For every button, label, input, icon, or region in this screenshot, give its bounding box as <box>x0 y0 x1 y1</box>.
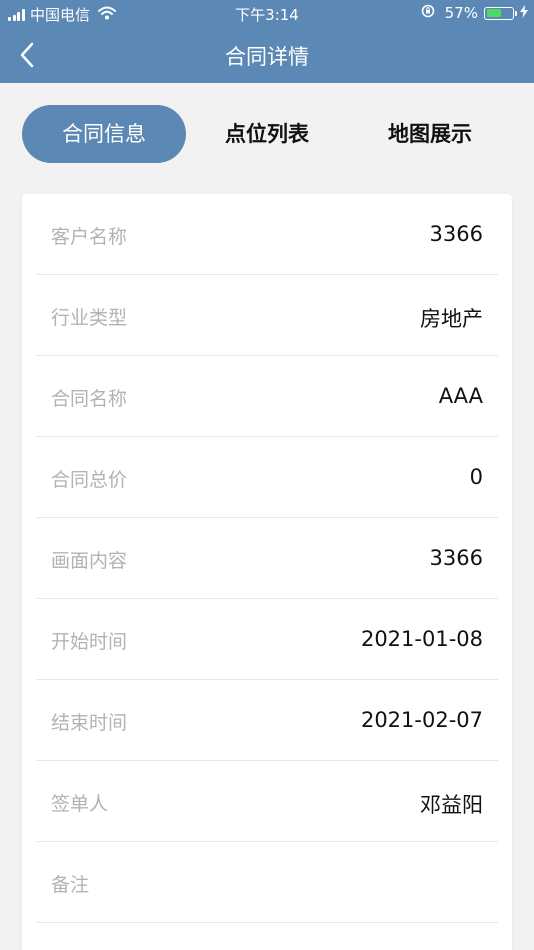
detail-row-content: 画面内容 3366 <box>36 518 498 599</box>
row-value: AAA <box>438 384 483 408</box>
row-value: 2021-02-07 <box>360 708 483 732</box>
row-label: 备注 <box>51 874 90 896</box>
detail-row-start-time: 开始时间 2021-01-08 <box>36 599 498 680</box>
detail-row-contract-total: 合同总价 0 <box>36 437 498 518</box>
battery-percent: 57% <box>444 4 478 22</box>
row-value: 2021-01-08 <box>360 627 483 651</box>
battery-icon <box>484 6 514 20</box>
row-value: 房地产 <box>420 307 483 331</box>
battery-cap <box>515 10 517 16</box>
row-label: 合同总价 <box>51 469 128 491</box>
page-title: 合同详情 <box>225 45 309 69</box>
row-label: 结束时间 <box>51 712 128 734</box>
charging-bolt-icon <box>520 4 528 22</box>
row-value: 3366 <box>429 222 483 246</box>
screen: 中国电信 下午3:14 57% 合同详情 合同信息 点位列表 地图展示 客户名称… <box>0 0 534 950</box>
contract-detail-card: 客户名称 3366 行业类型 房地产 合同名称 AAA 合同总价 0 画面内容 … <box>22 194 512 950</box>
row-label: 行业类型 <box>51 307 128 329</box>
detail-row-signer: 签单人 邓益阳 <box>36 761 498 842</box>
status-bar: 中国电信 下午3:14 57% <box>0 0 534 28</box>
detail-row-contract-name: 合同名称 AAA <box>36 356 498 437</box>
row-label: 开始时间 <box>51 631 128 653</box>
row-label: 签单人 <box>51 793 109 815</box>
row-value: 3366 <box>429 546 483 570</box>
row-value: 0 <box>469 465 483 489</box>
tab-bar: 合同信息 点位列表 地图展示 <box>0 83 534 183</box>
detail-row-end-time: 结束时间 2021-02-07 <box>36 680 498 761</box>
tab-point-list[interactable]: 点位列表 <box>186 105 348 163</box>
detail-row-remarks: 备注 <box>36 842 498 923</box>
detail-row-customer-name: 客户名称 3366 <box>36 194 498 275</box>
orientation-lock-icon <box>421 4 435 22</box>
row-label: 画面内容 <box>51 550 128 572</box>
row-label: 客户名称 <box>51 226 128 248</box>
battery-fill <box>486 9 501 17</box>
tab-contract-info[interactable]: 合同信息 <box>22 105 186 163</box>
detail-row-industry-type: 行业类型 房地产 <box>36 275 498 356</box>
status-right: 57% <box>421 4 528 22</box>
tab-map-display[interactable]: 地图展示 <box>348 105 512 163</box>
row-label: 合同名称 <box>51 388 128 410</box>
row-value: 邓益阳 <box>420 793 483 817</box>
nav-bar: 合同详情 <box>0 28 534 83</box>
